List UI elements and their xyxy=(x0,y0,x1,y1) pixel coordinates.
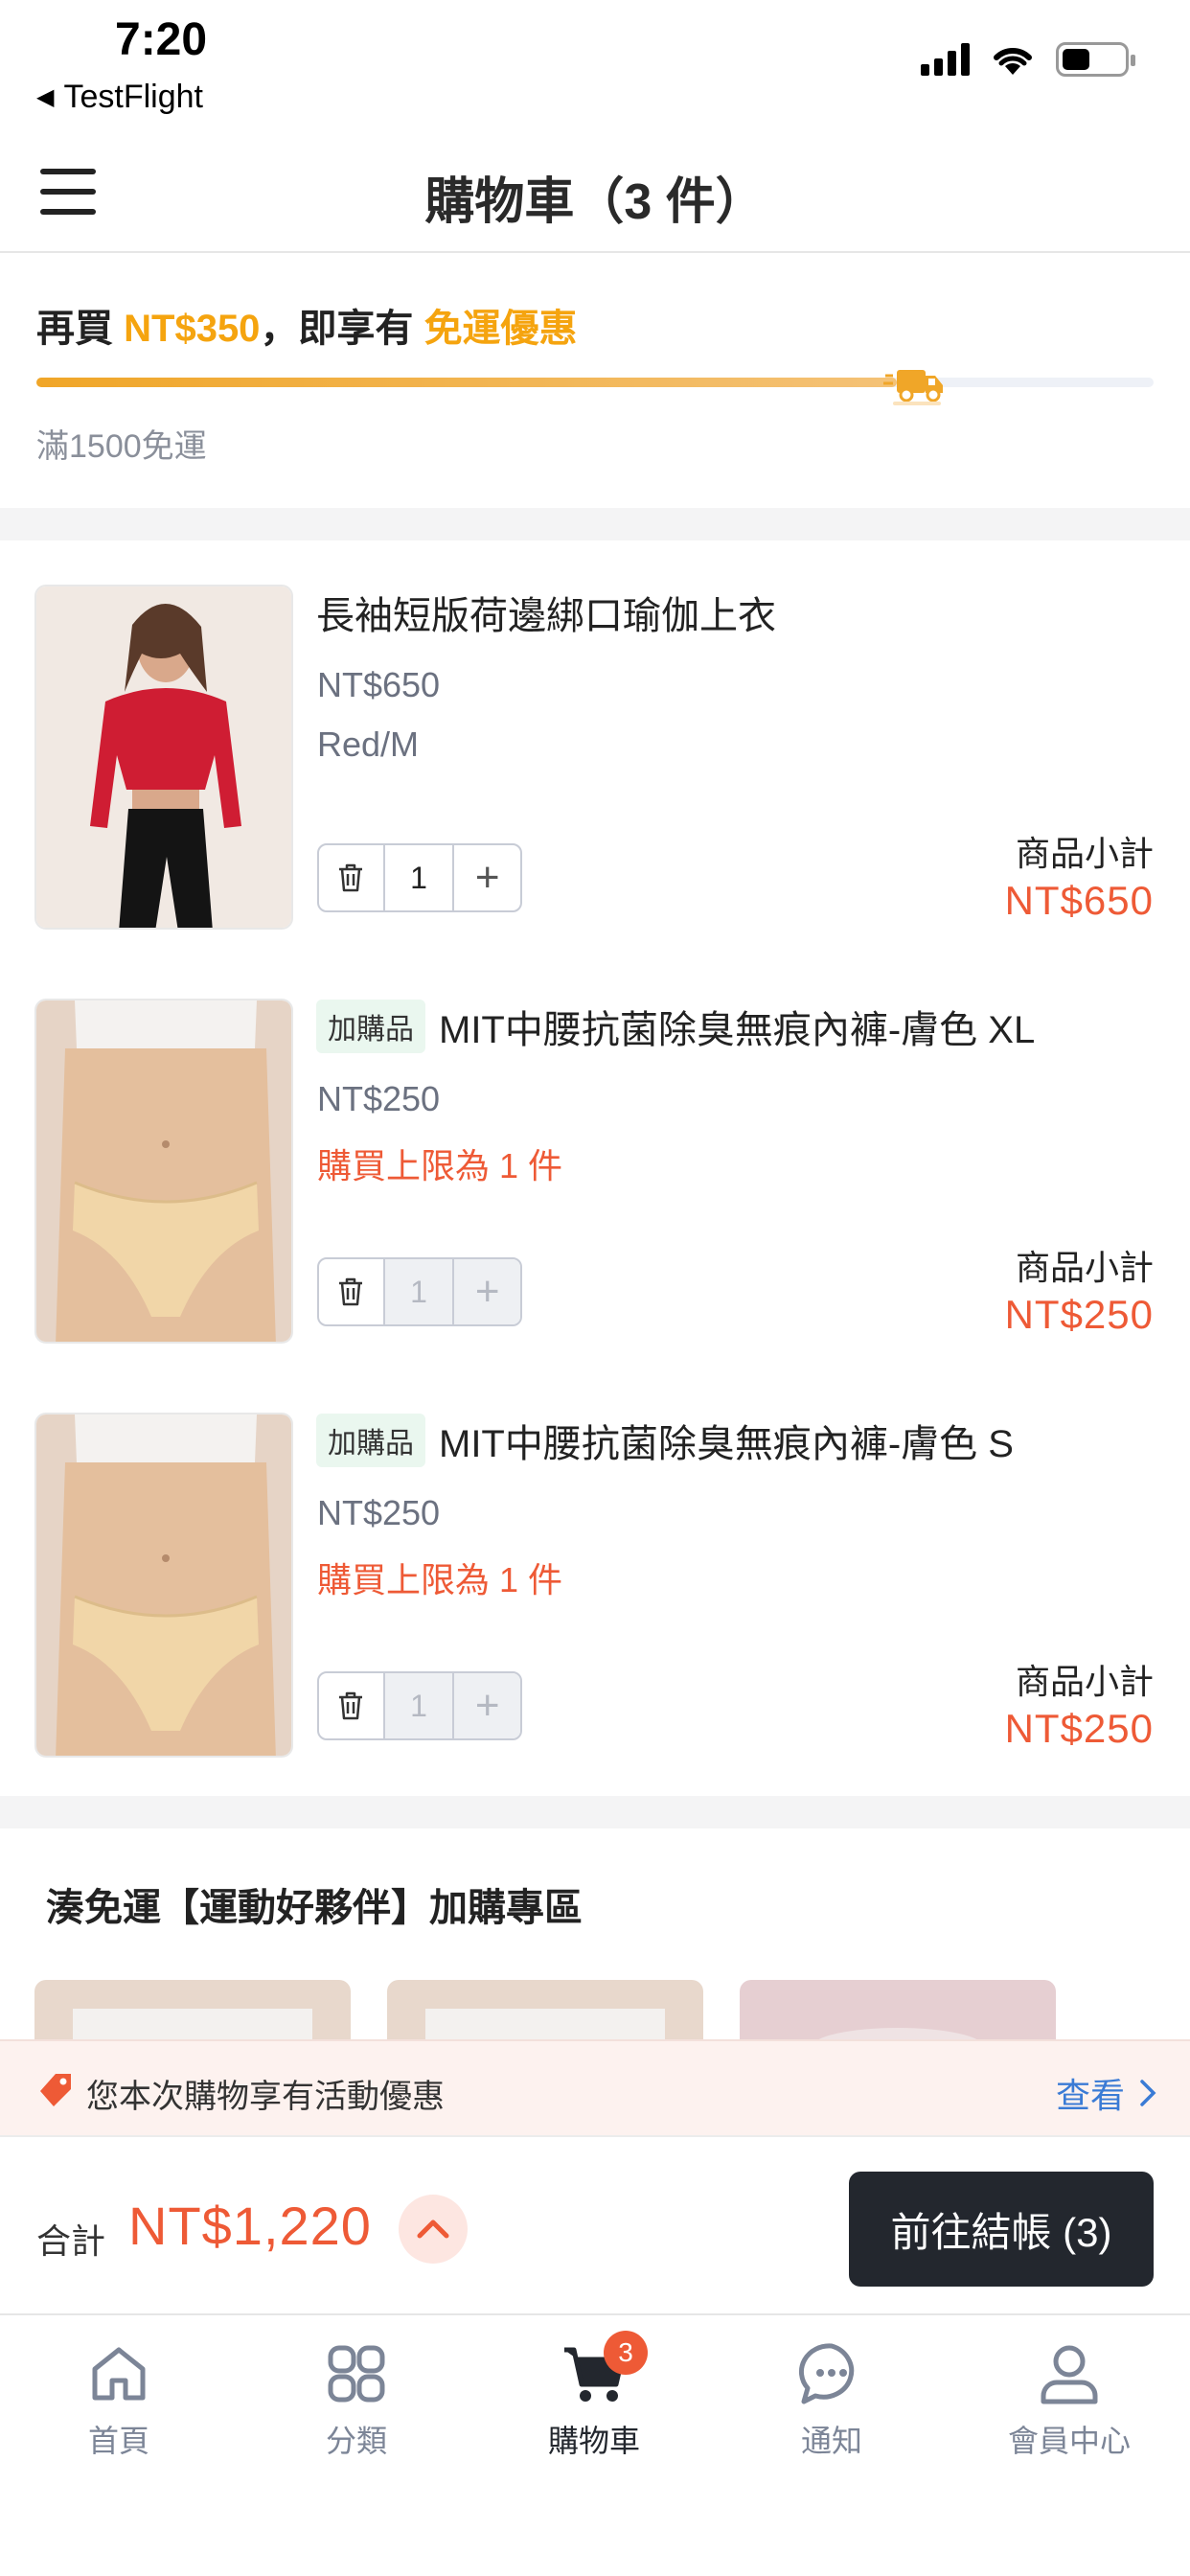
cart-item: 長袖短版荷邊綁口瑜伽上衣 NT$650 Red/M 1 + 商品小計 NT$65… xyxy=(0,585,1190,999)
plus-icon: + xyxy=(474,1682,500,1729)
subtotal-value: NT$250 xyxy=(1004,1706,1154,1751)
battery-icon xyxy=(1056,42,1135,77)
app-header: 購物車（3 件） xyxy=(0,134,1190,253)
plus-icon: + xyxy=(474,854,500,901)
section-divider xyxy=(0,508,1190,540)
addon-tag: 加購品 xyxy=(316,1000,425,1053)
delivery-truck-icon xyxy=(883,370,943,405)
increase-quantity-button: + xyxy=(454,1673,520,1738)
product-price: NT$250 xyxy=(317,1079,441,1118)
chat-icon xyxy=(798,2343,855,2404)
quantity-stepper: 1 + xyxy=(317,1257,522,1326)
user-icon xyxy=(1041,2345,1098,2404)
progress-fill xyxy=(36,378,897,387)
status-icons xyxy=(921,42,1135,77)
tab-category[interactable]: 分類 xyxy=(238,2340,475,2461)
tab-label: 首頁 xyxy=(87,2424,149,2458)
subtotal-value: NT$250 xyxy=(1004,1292,1154,1337)
purchase-limit-notice: 購買上限為 1 件 xyxy=(317,1560,563,1599)
quantity-stepper: 1 + xyxy=(317,1671,522,1740)
plus-icon: + xyxy=(474,1268,500,1315)
shipping-middle: ，即享有 xyxy=(260,308,424,350)
trash-icon xyxy=(339,863,363,892)
free-shipping-message: 再買 NT$350，即享有 免運優惠 xyxy=(36,297,578,353)
product-price: NT$250 xyxy=(317,1493,441,1532)
tab-member-center[interactable]: 會員中心 xyxy=(950,2340,1188,2461)
back-app-label: TestFlight xyxy=(63,79,203,115)
trash-icon xyxy=(339,1277,363,1306)
product-variant: Red/M xyxy=(317,724,420,764)
delete-button[interactable] xyxy=(319,845,385,910)
shipping-prefix: 再買 xyxy=(36,308,125,350)
tab-label: 會員中心 xyxy=(1007,2424,1131,2458)
purchase-limit-notice: 購買上限為 1 件 xyxy=(317,1146,563,1185)
view-promotion-label: 查看 xyxy=(1055,2076,1125,2115)
back-to-app-link[interactable]: ◀ TestFlight xyxy=(36,79,203,116)
quantity-value[interactable]: 1 xyxy=(385,845,455,910)
category-icon xyxy=(328,2345,385,2403)
cart-item: 加購品 MIT中腰抗菌除臭無痕內褲-膚色 S NT$250 購買上限為 1 件 … xyxy=(0,1413,1190,1827)
page-title: 購物車（3 件） xyxy=(424,174,766,230)
product-title[interactable]: 加購品 MIT中腰抗菌除臭無痕內褲-膚色 S xyxy=(316,1413,1014,1468)
quantity-value: 1 xyxy=(384,1673,455,1738)
section-divider xyxy=(0,1796,1190,1828)
product-title[interactable]: 加購品 MIT中腰抗菌除臭無痕內褲-膚色 XL xyxy=(316,999,1035,1054)
bottom-tab-bar: 首頁 分類 3 購物車 通知 會員中心 xyxy=(0,2315,1190,2576)
tab-cart[interactable]: 3 購物車 xyxy=(475,2331,713,2461)
tab-notifications[interactable]: 通知 xyxy=(713,2340,950,2461)
chevron-up-icon xyxy=(417,2220,449,2239)
chevron-right-icon xyxy=(1140,2080,1156,2106)
increase-quantity-button[interactable]: + xyxy=(454,845,520,910)
free-shipping-threshold: 滿1500免運 xyxy=(36,428,207,465)
expand-summary-button[interactable] xyxy=(399,2195,468,2264)
shipping-benefit: 免運優惠 xyxy=(423,308,578,350)
product-title-text: MIT中腰抗菌除臭無痕內褲-膚色 XL xyxy=(439,1009,1036,1051)
product-title[interactable]: 長袖短版荷邊綁口瑜伽上衣 xyxy=(316,585,776,640)
subtotal-value: NT$650 xyxy=(1004,878,1154,923)
total-amount: NT$1,220 xyxy=(128,2196,372,2256)
promotion-banner[interactable]: 您本次購物享有活動優惠 查看 xyxy=(0,2039,1190,2137)
trash-icon xyxy=(339,1691,363,1720)
tab-label: 通知 xyxy=(800,2424,862,2458)
back-triangle-icon: ◀ xyxy=(36,84,55,110)
wifi-icon xyxy=(994,47,1032,75)
addon-section-title: 湊免運【運動好夥伴】加購專區 xyxy=(46,1887,583,1929)
cellular-signal-icon xyxy=(921,43,970,76)
product-title-text: MIT中腰抗菌除臭無痕內褲-膚色 S xyxy=(439,1423,1014,1465)
tab-label: 分類 xyxy=(325,2424,387,2458)
free-shipping-progress: 再買 NT$350，即享有 免運優惠 滿1500免運 xyxy=(0,255,1190,506)
home-icon xyxy=(92,2347,146,2401)
tab-label: 購物車 xyxy=(547,2424,640,2458)
delete-button[interactable] xyxy=(319,1259,385,1324)
status-bar: 7:20 ◀ TestFlight xyxy=(0,0,1190,125)
checkout-button[interactable]: 前往結帳 (3) xyxy=(849,2172,1154,2287)
subtotal-label: 商品小計 xyxy=(1015,1248,1154,1287)
product-image[interactable] xyxy=(34,585,293,930)
progress-track xyxy=(36,378,1154,387)
shipping-amount: NT$350 xyxy=(124,308,261,350)
total-label: 合計 xyxy=(36,2221,106,2261)
subtotal-label: 商品小計 xyxy=(1015,1662,1154,1701)
increase-quantity-button: + xyxy=(454,1259,520,1324)
subtotal-label: 商品小計 xyxy=(1015,834,1154,873)
product-title-text: 長袖短版荷邊綁口瑜伽上衣 xyxy=(316,595,776,637)
view-promotion-link[interactable]: 查看 xyxy=(1056,2068,1157,2118)
product-image[interactable] xyxy=(34,999,293,1344)
product-price: NT$650 xyxy=(317,665,441,704)
quantity-value: 1 xyxy=(384,1259,455,1324)
cart-count-badge: 3 xyxy=(604,2331,648,2375)
promotion-text: 您本次購物享有活動優惠 xyxy=(86,2079,445,2115)
status-time: 7:20 xyxy=(115,14,208,65)
product-image[interactable] xyxy=(34,1413,293,1758)
tab-home[interactable]: 首頁 xyxy=(0,2340,238,2461)
cart-item: 加購品 MIT中腰抗菌除臭無痕內褲-膚色 XL NT$250 購買上限為 1 件… xyxy=(0,999,1190,1413)
addon-tag: 加購品 xyxy=(316,1414,425,1467)
checkout-bar: 合計 NT$1,220 前往結帳 (3) xyxy=(0,2139,1190,2315)
delete-button[interactable] xyxy=(319,1673,385,1738)
price-tag-icon xyxy=(40,2074,71,2106)
quantity-stepper: 1 + xyxy=(317,843,522,912)
